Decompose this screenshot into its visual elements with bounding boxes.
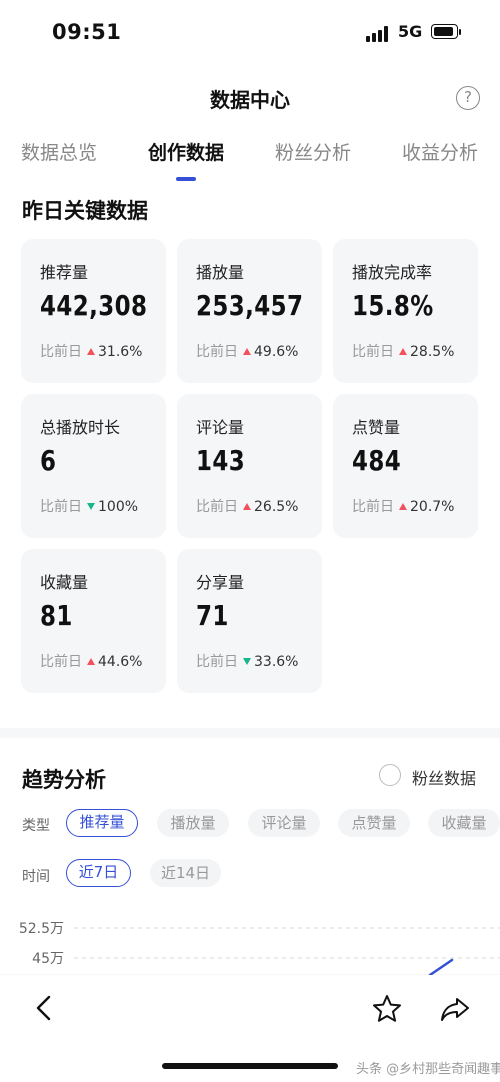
- metric-change: 26.5%: [254, 499, 299, 515]
- trend-chart: 52.5万 45万: [19, 921, 500, 977]
- type-row-label: 类型: [22, 818, 50, 834]
- metric-card-shares[interactable]: 分享量 71 比前日 33.6%: [177, 549, 322, 693]
- compare-label: 比前日: [40, 654, 82, 670]
- metric-change: 31.6%: [98, 344, 143, 360]
- y-tick-label: 52.5万: [19, 921, 64, 937]
- metric-label: 分享量: [196, 573, 245, 592]
- metric-compare: 比前日 31.6%: [40, 341, 142, 361]
- watermark-text: 头条 @乡村那些奇闻趣事: [356, 1062, 500, 1077]
- tab-fans-analysis[interactable]: 粉丝分析: [275, 138, 351, 165]
- active-tab-indicator: [176, 177, 196, 181]
- trend-up-icon: [399, 348, 407, 355]
- share-icon[interactable]: [439, 993, 471, 1025]
- metric-label: 总播放时长: [40, 418, 121, 437]
- metric-value: 253,457: [196, 289, 304, 322]
- metric-value: 15.8%: [352, 289, 434, 322]
- metric-change: 100%: [98, 499, 139, 515]
- network-type: 5G: [398, 22, 423, 41]
- chip-type-recommend[interactable]: 推荐量: [66, 809, 138, 837]
- metric-value: 6: [40, 444, 57, 477]
- battery-icon: [431, 24, 462, 41]
- bottom-toolbar: 头条 @乡村那些奇闻趣事: [0, 975, 500, 1082]
- metric-compare: 比前日 44.6%: [40, 651, 142, 671]
- star-icon[interactable]: [371, 993, 403, 1025]
- tab-creation-data[interactable]: 创作数据: [148, 138, 224, 165]
- metric-label: 播放量: [196, 263, 245, 282]
- metric-card-plays[interactable]: 播放量 253,457 比前日 49.6%: [177, 239, 322, 383]
- metric-label: 推荐量: [40, 263, 89, 282]
- metric-card-total-duration[interactable]: 总播放时长 6 比前日 100%: [21, 394, 166, 538]
- cellular-signal-icon: [366, 26, 392, 42]
- chip-type-comments[interactable]: 评论量: [248, 809, 320, 837]
- metric-value: 484: [352, 444, 402, 477]
- trend-down-icon: [87, 503, 95, 510]
- chevron-left-icon[interactable]: [30, 993, 60, 1023]
- series-line-segment: [428, 958, 454, 977]
- compare-label: 比前日: [196, 654, 238, 670]
- metric-compare: 比前日 100%: [40, 496, 138, 516]
- chip-type-plays[interactable]: 播放量: [157, 809, 229, 837]
- metric-label: 点赞量: [352, 418, 401, 437]
- metric-change: 49.6%: [254, 344, 299, 360]
- trend-up-icon: [243, 348, 251, 355]
- metric-change: 44.6%: [98, 654, 143, 670]
- metric-card-likes[interactable]: 点赞量 484 比前日 20.7%: [333, 394, 478, 538]
- trend-up-icon: [399, 503, 407, 510]
- status-bar: 09:51 5G: [0, 0, 500, 62]
- trend-title: 趋势分析: [22, 768, 106, 792]
- chip-time-7d[interactable]: 近7日: [66, 859, 131, 887]
- metric-value: 71: [196, 599, 229, 632]
- metric-card-comments[interactable]: 评论量 143 比前日 26.5%: [177, 394, 322, 538]
- trend-down-icon: [243, 658, 251, 665]
- chip-type-likes[interactable]: 点赞量: [338, 809, 410, 837]
- question-circle-icon[interactable]: ?: [456, 86, 480, 110]
- metric-label: 评论量: [196, 418, 245, 437]
- trend-up-icon: [87, 658, 95, 665]
- metric-card-favorites[interactable]: 收藏量 81 比前日 44.6%: [21, 549, 166, 693]
- chip-type-favorites[interactable]: 收藏量: [428, 809, 500, 837]
- metric-change: 28.5%: [410, 344, 455, 360]
- metric-label: 播放完成率: [352, 263, 433, 282]
- metric-change: 20.7%: [410, 499, 455, 515]
- tab-overview[interactable]: 数据总览: [21, 138, 97, 165]
- metric-compare: 比前日 28.5%: [352, 341, 454, 361]
- compare-label: 比前日: [196, 344, 238, 360]
- metric-card-completion-rate[interactable]: 播放完成率 15.8% 比前日 28.5%: [333, 239, 478, 383]
- metric-value: 442,308: [40, 289, 148, 322]
- tab-revenue-analysis[interactable]: 收益分析: [402, 138, 478, 165]
- compare-label: 比前日: [40, 344, 82, 360]
- metric-value: 81: [40, 599, 73, 632]
- status-time: 09:51: [52, 20, 122, 44]
- metric-change: 33.6%: [254, 654, 299, 670]
- compare-label: 比前日: [196, 499, 238, 515]
- metric-card-recommend[interactable]: 推荐量 442,308 比前日 31.6%: [21, 239, 166, 383]
- metric-label: 收藏量: [40, 573, 89, 592]
- trend-up-icon: [243, 503, 251, 510]
- compare-label: 比前日: [40, 499, 82, 515]
- section-divider: [0, 728, 500, 738]
- metric-compare: 比前日 20.7%: [352, 496, 454, 516]
- y-tick-label: 45万: [32, 951, 64, 967]
- metric-compare: 比前日 26.5%: [196, 496, 298, 516]
- metric-compare: 比前日 49.6%: [196, 341, 298, 361]
- metric-compare: 比前日 33.6%: [196, 651, 298, 671]
- trend-up-icon: [87, 348, 95, 355]
- chip-time-14d[interactable]: 近14日: [150, 859, 221, 887]
- compare-label: 比前日: [352, 499, 394, 515]
- radio-button[interactable]: [379, 764, 401, 786]
- fans-data-label: 粉丝数据: [412, 769, 477, 788]
- page-title: 数据中心: [210, 88, 290, 112]
- metric-value: 143: [196, 444, 246, 477]
- time-row-label: 时间: [22, 869, 50, 885]
- home-indicator: [162, 1063, 338, 1069]
- section-title: 昨日关键数据: [22, 199, 148, 223]
- compare-label: 比前日: [352, 344, 394, 360]
- tab-bar: 数据总览 创作数据 粉丝分析 收益分析: [0, 138, 500, 178]
